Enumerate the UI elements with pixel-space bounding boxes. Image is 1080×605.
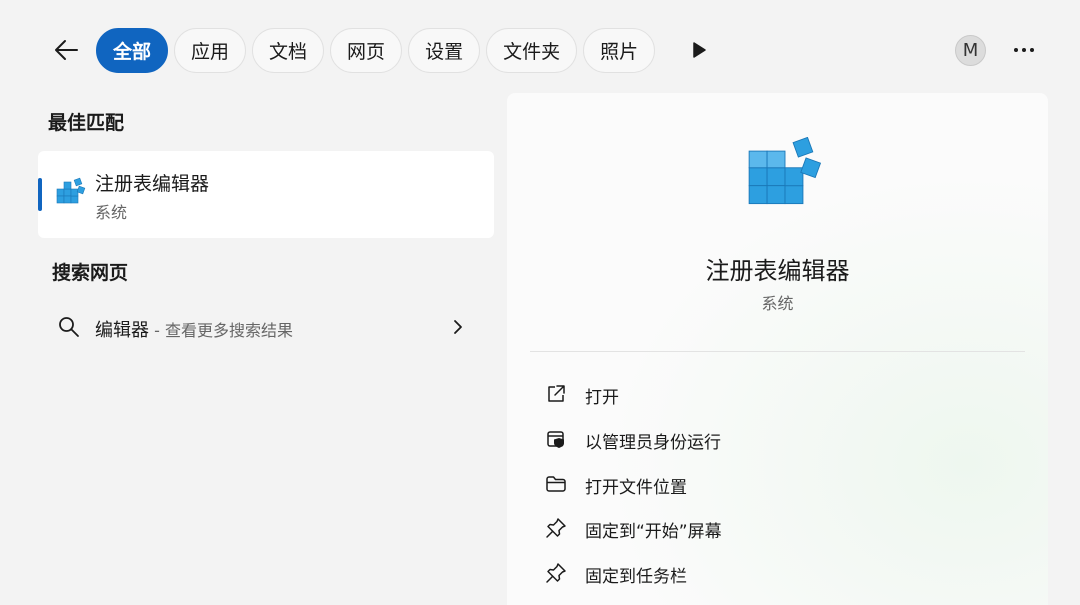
folder-icon [546, 476, 566, 492]
user-avatar[interactable]: M [955, 35, 986, 66]
action-run-as-admin[interactable]: 以管理员身份运行 [537, 419, 1017, 459]
more-tabs-button[interactable] [688, 38, 710, 62]
more-results-hint: - 查看更多搜索结果 [149, 321, 293, 340]
action-label: 固定到任务栏 [585, 567, 687, 587]
tab-all[interactable]: 全部 [96, 28, 169, 73]
preview-app-type: 系统 [761, 294, 794, 313]
action-label: 打开文件位置 [585, 478, 687, 498]
back-button[interactable] [48, 34, 84, 66]
query-text: 编辑器 [95, 320, 149, 341]
more-options-button[interactable] [1010, 36, 1038, 64]
best-match-result[interactable]: 注册表编辑器 系统 [38, 151, 494, 238]
tab-web[interactable]: 网页 [330, 28, 403, 73]
best-match-heading: 最佳匹配 [48, 112, 125, 134]
result-app-name: 注册表编辑器 [95, 173, 210, 195]
open-external-icon [548, 385, 565, 402]
action-open[interactable]: 打开 [537, 374, 1017, 414]
web-search-result[interactable]: 编辑器 - 查看更多搜索结果 [38, 304, 494, 352]
preview-app-name: 注册表编辑器 [705, 257, 850, 285]
tab-apps[interactable]: 应用 [174, 28, 247, 73]
search-header: 全部 应用 文档 网页 设置 文件夹 照片 M [0, 0, 1080, 100]
action-label: 以管理员身份运行 [585, 433, 721, 453]
preview-divider [530, 351, 1025, 352]
tab-documents[interactable]: 文档 [252, 28, 325, 73]
action-pin-to-taskbar[interactable]: 固定到任务栏 [537, 553, 1017, 593]
tab-photos[interactable]: 照片 [583, 28, 656, 73]
web-search-query: 编辑器 - 查看更多搜索结果 [95, 316, 293, 342]
back-arrow-icon [55, 40, 78, 60]
tab-settings[interactable]: 设置 [408, 28, 481, 73]
search-icon [59, 317, 79, 337]
result-app-type: 系统 [95, 203, 128, 222]
selection-indicator [38, 178, 42, 211]
action-pin-to-start[interactable]: 固定到“开始”屏幕 [537, 508, 1017, 548]
pin-icon [546, 518, 566, 538]
registry-editor-large-icon [748, 137, 822, 205]
preview-pane: 注册表编辑器 系统 打开 以管理员身份运行 打开文件位置 固定到“开始”屏幕 固… [507, 93, 1048, 605]
registry-editor-icon [56, 177, 86, 204]
web-search-heading: 搜索网页 [52, 262, 129, 284]
play-triangle-icon [693, 42, 706, 58]
filter-tabs: 全部 应用 文档 网页 设置 文件夹 照片 [96, 28, 656, 73]
tab-folders[interactable]: 文件夹 [486, 28, 578, 73]
chevron-right-icon [454, 320, 462, 334]
action-label: 打开 [585, 388, 619, 408]
shield-admin-icon [547, 431, 564, 448]
pin-icon [546, 563, 566, 583]
ellipsis-icon [1014, 48, 1034, 52]
action-label: 固定到“开始”屏幕 [585, 522, 722, 542]
action-open-file-location[interactable]: 打开文件位置 [537, 464, 1017, 504]
